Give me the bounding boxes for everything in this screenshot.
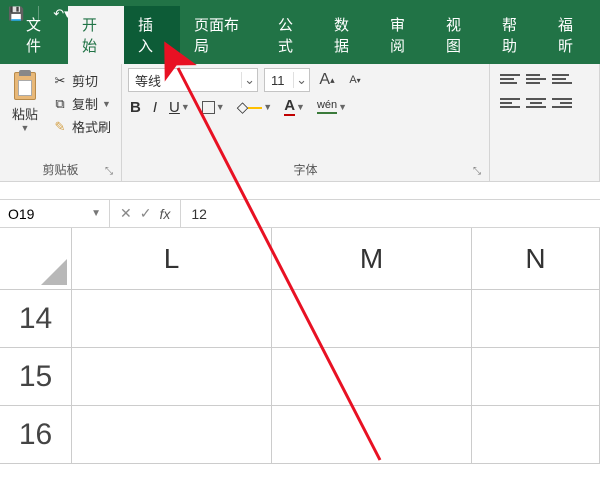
cell[interactable] — [472, 290, 600, 348]
name-box[interactable]: O19 ▼ — [0, 200, 110, 227]
formula-input[interactable]: 12 — [181, 206, 600, 222]
font-name-value: 等线 — [129, 71, 241, 90]
cell[interactable] — [272, 348, 472, 406]
align-right-icon[interactable] — [552, 94, 572, 112]
spacer — [0, 182, 600, 200]
tab-review[interactable]: 审阅 — [376, 6, 432, 64]
bold-button[interactable]: B — [128, 97, 143, 118]
cell[interactable] — [472, 406, 600, 464]
tab-data[interactable]: 数据 — [320, 6, 376, 64]
phonetic-button[interactable]: wén▼ — [315, 98, 349, 116]
cancel-icon[interactable]: ✕ — [120, 205, 132, 222]
tab-help[interactable]: 帮助 — [488, 6, 544, 64]
format-painter-button[interactable]: ✎ 格式刷 — [48, 116, 115, 137]
paste-button[interactable]: 粘贴 ▼ — [6, 68, 44, 158]
decrease-font-icon[interactable]: A▾ — [344, 69, 366, 91]
font-color-button[interactable]: A▼ — [282, 96, 307, 118]
column-headers: L M N — [0, 228, 600, 290]
align-bottom-icon[interactable] — [552, 70, 572, 88]
tab-page-layout[interactable]: 页面布局 — [180, 6, 264, 64]
cell-reference: O19 — [8, 206, 34, 222]
chevron-down-icon: ▼ — [91, 208, 101, 219]
copy-button[interactable]: ⧉ 复制 ▼ — [48, 93, 115, 114]
tab-file[interactable]: 文件 — [12, 6, 68, 64]
tab-home[interactable]: 开始 — [68, 6, 124, 64]
font-size-combo[interactable]: 11 ⌄ — [264, 68, 310, 92]
cut-label: 剪切 — [72, 71, 98, 90]
worksheet-grid[interactable]: L M N 14 15 16 — [0, 228, 600, 464]
bucket-icon: ◇ — [237, 98, 249, 116]
enter-icon[interactable]: ✓ — [140, 205, 152, 222]
group-label-clipboard: 剪贴板 ⤡ — [6, 158, 115, 181]
group-label-align — [496, 161, 593, 181]
dialog-launcher-icon[interactable]: ⤡ — [105, 166, 113, 177]
chevron-down-icon: ⌄ — [241, 72, 257, 88]
brush-icon: ✎ — [52, 119, 68, 135]
grid-row: 14 — [0, 290, 600, 348]
align-center-icon[interactable] — [526, 94, 546, 112]
row-header[interactable]: 14 — [0, 290, 72, 348]
column-header[interactable]: L — [72, 228, 272, 290]
copy-icon: ⧉ — [52, 96, 68, 112]
tab-formulas[interactable]: 公式 — [264, 6, 320, 64]
paste-icon — [10, 70, 40, 102]
borders-button[interactable]: ▼ — [200, 99, 227, 116]
cell[interactable] — [72, 406, 272, 464]
format-painter-label: 格式刷 — [72, 117, 111, 136]
align-top-icon[interactable] — [500, 70, 520, 88]
group-label-font: 字体 ⤡ — [128, 158, 483, 181]
font-name-combo[interactable]: 等线 ⌄ — [128, 68, 258, 92]
align-middle-icon[interactable] — [526, 70, 546, 88]
row-header[interactable]: 15 — [0, 348, 72, 406]
font-size-value: 11 — [265, 73, 293, 88]
column-header[interactable]: N — [472, 228, 600, 290]
ribbon: 粘贴 ▼ ✂ 剪切 ⧉ 复制 ▼ ✎ 格式刷 剪贴板 — [0, 64, 600, 182]
scissors-icon: ✂ — [52, 73, 68, 89]
paste-label: 粘贴 — [12, 104, 38, 123]
column-header[interactable]: M — [272, 228, 472, 290]
group-font: 等线 ⌄ 11 ⌄ A▴ A▾ B I U▼ ▼ ◇▼ A▼ wén▼ — [122, 64, 490, 181]
cut-button[interactable]: ✂ 剪切 — [48, 70, 115, 91]
group-alignment — [490, 64, 600, 181]
tab-insert[interactable]: 插入 — [124, 6, 180, 64]
grid-row: 16 — [0, 406, 600, 464]
chevron-down-icon: ⌄ — [293, 72, 309, 88]
underline-button[interactable]: U▼ — [167, 97, 192, 118]
fx-icon[interactable]: fx — [159, 206, 170, 222]
cell[interactable] — [272, 406, 472, 464]
fill-color-button[interactable]: ◇▼ — [235, 96, 274, 118]
row-header[interactable]: 16 — [0, 406, 72, 464]
italic-button[interactable]: I — [151, 97, 159, 118]
cell[interactable] — [272, 290, 472, 348]
chevron-down-icon: ▼ — [102, 99, 111, 109]
cell[interactable] — [472, 348, 600, 406]
chevron-down-icon[interactable]: ▼ — [21, 123, 30, 133]
formula-bar: O19 ▼ ✕ ✓ fx 12 — [0, 200, 600, 228]
ribbon-tabs: 文件 开始 插入 页面布局 公式 数据 审阅 视图 帮助 福昕 — [0, 28, 600, 64]
tab-foxit[interactable]: 福昕 — [544, 6, 600, 64]
grid-row: 15 — [0, 348, 600, 406]
align-left-icon[interactable] — [500, 94, 520, 112]
select-all-corner[interactable] — [0, 228, 72, 290]
cell[interactable] — [72, 348, 272, 406]
group-clipboard: 粘贴 ▼ ✂ 剪切 ⧉ 复制 ▼ ✎ 格式刷 剪贴板 — [0, 64, 122, 181]
increase-font-icon[interactable]: A▴ — [316, 69, 338, 91]
copy-label: 复制 — [72, 94, 98, 113]
cell[interactable] — [72, 290, 272, 348]
dialog-launcher-icon[interactable]: ⤡ — [473, 166, 481, 177]
tab-view[interactable]: 视图 — [432, 6, 488, 64]
